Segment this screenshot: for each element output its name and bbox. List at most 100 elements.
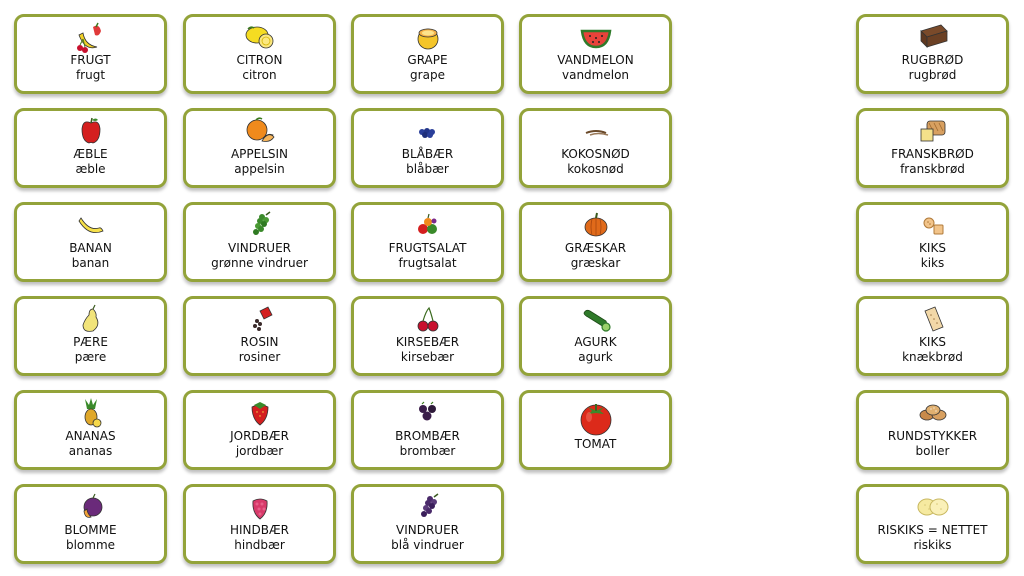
card-title: BROMBÆR: [395, 429, 460, 443]
pumpkin-icon: [522, 209, 669, 241]
card-appelsin[interactable]: APPELSIN appelsin: [183, 108, 336, 188]
pineapple-icon: [17, 397, 164, 429]
card-subtitle: kiks: [920, 256, 945, 270]
card-title: FRANSKBRØD: [891, 147, 974, 161]
card-title: ÆBLE: [73, 147, 108, 161]
strawberry-icon: [186, 397, 333, 429]
tomato-icon: [522, 397, 669, 437]
card-graeskar[interactable]: GRÆSKAR græskar: [519, 202, 672, 282]
card-blomme[interactable]: BLOMME blomme: [14, 484, 167, 564]
coconut-icon: [522, 115, 669, 147]
card-franskbroed[interactable]: FRANSKBRØD franskbrød: [856, 108, 1009, 188]
card-subtitle: græskar: [570, 256, 621, 270]
card-subtitle: brombær: [399, 444, 456, 458]
card-subtitle: appelsin: [234, 162, 285, 176]
card-kokosnoed[interactable]: KOKOSNØD kokosnød: [519, 108, 672, 188]
card-title: GRAPE: [407, 53, 448, 67]
card-grape[interactable]: GRAPE grape: [351, 14, 504, 94]
card-title: TOMAT: [574, 437, 617, 451]
card-subtitle: banan: [71, 256, 110, 270]
card-title: VINDRUER: [395, 523, 459, 537]
watermelon-icon: [522, 21, 669, 53]
blue-grapes-icon: [354, 491, 501, 523]
card-brombaer[interactable]: BROMBÆR brombær: [351, 390, 504, 470]
card-subtitle: hindbær: [234, 538, 285, 552]
card-title: APPELSIN: [230, 147, 289, 161]
card-title: AGURK: [574, 335, 617, 349]
card-subtitle: frugtsalat: [398, 256, 457, 270]
cherries-icon: [354, 303, 501, 335]
card-title: PÆRE: [73, 335, 108, 349]
card-subtitle: æble: [75, 162, 106, 176]
card-subtitle: rosiner: [238, 350, 281, 364]
card-rundstykker[interactable]: RUNDSTYKKER boller: [856, 390, 1009, 470]
card-vindruer-blaa[interactable]: VINDRUER blå vindruer: [351, 484, 504, 564]
fruit-salad-icon: [354, 209, 501, 241]
grapefruit-icon: [354, 21, 501, 53]
card-subtitle: knækbrød: [902, 350, 963, 364]
card-title: GRÆSKAR: [564, 241, 627, 255]
card-aeble[interactable]: ÆBLE æble: [14, 108, 167, 188]
card-subtitle: boller: [915, 444, 950, 458]
card-subtitle: vandmelon: [561, 68, 630, 82]
card-subtitle: grønne vindruer: [211, 256, 308, 270]
card-banan[interactable]: BANAN banan: [14, 202, 167, 282]
card-title: KOKOSNØD: [561, 147, 630, 161]
card-title: ROSIN: [240, 335, 279, 349]
card-subtitle: jordbær: [235, 444, 284, 458]
card-frugtsalat[interactable]: FRUGTSALAT frugtsalat: [351, 202, 504, 282]
card-subtitle: rugbrød: [908, 68, 957, 82]
card-vindruer-groenne[interactable]: VINDRUER grønne vindruer: [183, 202, 336, 282]
card-subtitle: blå vindruer: [391, 538, 464, 552]
card-vandmelon[interactable]: VANDMELON vandmelon: [519, 14, 672, 94]
orange-icon: [186, 115, 333, 147]
card-jordbaer[interactable]: JORDBÆR jordbær: [183, 390, 336, 470]
raspberry-icon: [186, 491, 333, 523]
green-grapes-icon: [186, 209, 333, 241]
card-subtitle: kokosnød: [567, 162, 624, 176]
card-title: JORDBÆR: [230, 429, 289, 443]
card-subtitle: franskbrød: [900, 162, 965, 176]
apple-icon: [17, 115, 164, 147]
card-ananas[interactable]: ANANAS ananas: [14, 390, 167, 470]
card-subtitle: ananas: [68, 444, 113, 458]
card-rosin[interactable]: ROSIN rosiner: [183, 296, 336, 376]
card-kiks-2[interactable]: KIKS knækbrød: [856, 296, 1009, 376]
card-subtitle: blåbær: [406, 162, 449, 176]
blueberries-icon: [354, 115, 501, 147]
plum-icon: [17, 491, 164, 523]
card-tomat[interactable]: TOMAT: [519, 390, 672, 470]
card-title: ANANAS: [65, 429, 116, 443]
white-bread-icon: [859, 115, 1006, 147]
lemon-icon: [186, 21, 333, 53]
card-agurk[interactable]: AGURK agurk: [519, 296, 672, 376]
pear-icon: [17, 303, 164, 335]
card-title: BLOMME: [64, 523, 117, 537]
card-frugt[interactable]: FRUGT frugt: [14, 14, 167, 94]
card-kiks-1[interactable]: KIKS kiks: [856, 202, 1009, 282]
card-citron[interactable]: CITRON citron: [183, 14, 336, 94]
card-title: KIKS: [919, 241, 946, 255]
card-subtitle: kirsebær: [400, 350, 455, 364]
card-subtitle: agurk: [578, 350, 613, 364]
card-paere[interactable]: PÆRE pære: [14, 296, 167, 376]
card-kirsebaer[interactable]: KIRSEBÆR kirsebær: [351, 296, 504, 376]
banana-icon: [17, 209, 164, 241]
card-rugbroed[interactable]: RUGBRØD rugbrød: [856, 14, 1009, 94]
card-subtitle: riskiks: [913, 538, 952, 552]
rice-cakes-icon: [859, 491, 1006, 523]
card-title: FRUGT: [70, 53, 111, 67]
card-hindbaer[interactable]: HINDBÆR hindbær: [183, 484, 336, 564]
card-title: KIRSEBÆR: [395, 335, 460, 349]
card-title: RUNDSTYKKER: [887, 429, 978, 443]
card-riskiks[interactable]: RISKIKS = NETTET riskiks: [856, 484, 1009, 564]
card-blaabaer[interactable]: BLÅBÆR blåbær: [351, 108, 504, 188]
card-subtitle: blomme: [65, 538, 116, 552]
raisins-icon: [186, 303, 333, 335]
card-subtitle: frugt: [75, 68, 106, 82]
card-subtitle: citron: [242, 68, 277, 82]
bread-rolls-icon: [859, 397, 1006, 429]
blackberries-icon: [354, 397, 501, 429]
card-subtitle: pære: [74, 350, 107, 364]
card-subtitle: grape: [410, 68, 445, 82]
